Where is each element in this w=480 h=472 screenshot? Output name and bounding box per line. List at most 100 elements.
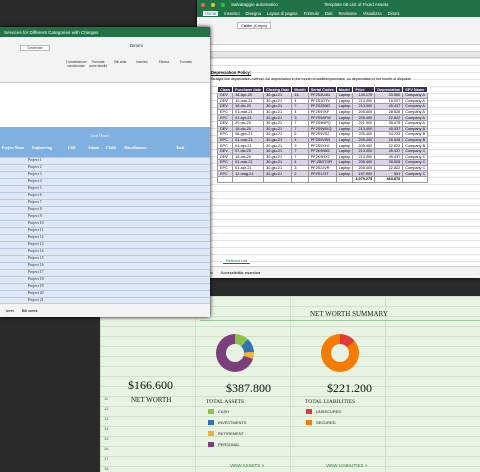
project-row-label[interactable]: Project 13 [28,242,44,246]
column-header[interactable]: USD [68,146,76,150]
total-liabilities-amount: $221.200 [327,381,372,395]
table-row[interactable]: DEV 10-mar-21 30-giu-21 4 PF2S1DTV Laptop 213.… [216,97,429,105]
minimize-window-icon[interactable] [211,2,215,7]
table-row[interactable]: DEV 16-Apr-20 30-giu-21 14 PF2S4U4N Laptop 149… [216,92,429,99]
sheet-tab[interactable]: Bill week [22,308,38,313]
sheet-tab-refined-list[interactable]: Refined List [223,258,251,264]
project-row-label[interactable]: Project 21 [28,298,44,302]
table-row[interactable]: EPC 01-mar-21 30-giu-21 4 PF2S97KF Laptop 205.… [216,108,429,116]
table-cell[interactable]: 3.079.275 [352,175,376,183]
table-row[interactable]: EPC 01-apr-21 30-giu-21 3 PF2S2JVR Laptop 205.… [216,164,429,172]
ribbon-button[interactable]: Formattazione condizionale [66,60,86,68]
table-cell[interactable]: Company B [402,125,429,133]
column-header[interactable]: Admin [88,146,99,150]
project-row-label[interactable]: Project 18 [28,277,44,281]
project-row-label[interactable]: Project 4 [28,179,42,183]
table-cell[interactable] [232,175,265,183]
ribbon-button[interactable]: Elimina [154,60,174,65]
table-cell[interactable]: Company C [402,147,429,155]
column-header[interactable]: Miscellaneous [124,146,147,150]
project-row-label[interactable]: Project 9 [28,214,42,218]
project-row-label[interactable]: Project 16 [28,263,44,267]
view-liabilities-link[interactable]: VIEW LIABILITIES > [326,463,367,468]
tab-dati[interactable]: Dati [325,11,332,16]
column-header[interactable]: Engineering [32,146,52,150]
table-cell[interactable] [263,175,293,183]
project-row-label[interactable]: Project 12 [28,235,44,239]
table-cell[interactable] [216,175,234,183]
tab-home[interactable]: Home [203,10,219,16]
column-header[interactable]: Total [176,146,184,150]
tab-inserisci[interactable]: Inserisci [224,11,239,16]
tab-revisione[interactable]: Revisione [338,11,356,16]
table-row[interactable]: EPC 01-mar-21 30-giu-21 4 PF-2BDTOR Laptop 205… [216,159,429,166]
table-cell[interactable] [291,175,309,183]
table-row[interactable]: DEV 07-dic-20 30-giu-21 7 PF2K9N5S Laptop 213.… [216,147,429,155]
status-bar: Pronto Accessibilità: esamina Refined Li… [197,258,480,278]
table-cell[interactable]: Company C [402,164,429,172]
table-cell[interactable]: 463.870 [374,175,404,183]
table-cell[interactable]: Company A [402,103,429,110]
tab-layout-di-pagina[interactable]: Layout di pagina [267,11,298,16]
ribbon-button[interactable]: Formatta come tabella [88,60,108,68]
maximize-window-icon[interactable] [221,2,225,7]
project-row-label[interactable]: Project 1 [28,158,42,162]
table-cell[interactable]: Company B [402,136,429,144]
table-cell[interactable]: PF-2BDTOR [307,159,337,166]
table-cell[interactable]: Company A [402,108,429,116]
project-row-label[interactable]: Project 2 [28,165,42,169]
table-row[interactable]: EPC 01-apr-21 30-giu-21 3 PF2S9XHJ Laptop 205.… [216,142,429,149]
table-cell[interactable] [402,175,429,183]
project-row-label[interactable]: Project 14 [28,249,44,253]
table-cell[interactable]: Company A [402,114,429,121]
formula-bar[interactable]: P14 [197,45,480,52]
table-cell[interactable]: Company B [402,131,429,138]
table-cell[interactable] [307,175,337,183]
table-row[interactable]: DEV 16-dic-20 30-giu-21 7 PF2K9HX2 Laptop 213.… [216,153,429,161]
project-row-label[interactable]: Project 10 [28,221,44,225]
ribbon-button[interactable]: Formato [176,60,196,65]
project-row-label[interactable]: Project 7 [28,200,42,204]
table-cell[interactable]: Company A [402,92,429,99]
project-row-label[interactable]: Project 6 [28,193,42,197]
table-cell[interactable]: Company C [402,159,429,166]
tab-visualizza[interactable]: Visualizza [363,11,382,16]
table-row[interactable]: DEV 20-dic-20 30-giu-21 7 PF2S9NPQ Laptop 221.… [216,120,429,127]
column-header[interactable]: Chelsi [106,146,116,150]
tab-dimmi[interactable]: Dimmi [388,11,400,16]
table-row[interactable]: DEV 16-dic-20 30-giu-21 7 PF2SZ6ND Laptop 213.… [216,103,429,110]
table-cell[interactable]: Company C [402,170,429,177]
project-row-label[interactable]: Project 5 [28,186,42,190]
font-selector[interactable]: Calibri (Corpo) [237,22,272,29]
project-row-label[interactable]: Project 15 [28,256,44,260]
project-row-label[interactable]: Project 3 [28,172,42,176]
tab-disegna[interactable]: Disegna [246,11,261,16]
sheet-tab[interactable]: ueet [6,308,14,313]
table-row[interactable]: DEV 16-dic-20 30-giu-21 7 PF2S9WXQ Laptop 213.… [216,125,429,133]
table-row[interactable]: EPC 12-mag-21 30-giu-21 2 PF2S1J3T Laptop 197.… [216,170,429,177]
table-row[interactable]: EPC 06-gen-21 30-giu-21 6 PF2S9VS2 Laptop 205.… [216,131,429,138]
table-cell[interactable] [335,175,354,183]
project-row-label[interactable]: Project 11 [28,228,43,232]
tab-formule[interactable]: Formule [304,11,319,16]
project-row-label[interactable]: Project 20 [28,291,44,295]
table-cell[interactable]: Company A [402,97,429,105]
table-row[interactable]: EPC 01-apr-21 30-giu-21 3 PF2S9AFW Laptop 205.… [216,114,429,121]
project-row-label[interactable]: Project 8 [28,207,42,211]
tell-me-box[interactable]: Dimmi [130,43,143,48]
column-header[interactable]: Project Name [2,146,24,150]
close-window-icon[interactable] [201,2,205,7]
autosave-label[interactable]: Salvataggio automatico [231,2,278,7]
ribbon-button[interactable]: Inserisci [132,60,152,65]
table-cell[interactable]: Company A [402,120,429,127]
table-row[interactable]: EPC 01-mar-21 30-giu-21 4 PF2S9VSN Laptop 205.… [216,136,429,144]
project-row-label[interactable]: Project 17 [28,270,44,274]
policy-title: Depreciation Policy: [211,70,252,75]
project-row-label[interactable]: Project 19 [28,284,44,288]
ribbon-button[interactable]: Stili cella [110,60,130,65]
table-cell[interactable]: Company B [402,142,429,149]
accessibility-status[interactable]: Accessibilità: esamina [221,270,260,275]
number-format-dropdown[interactable]: Generale [20,45,50,51]
view-assets-link[interactable]: VIEW ASSETS > [230,463,264,468]
table-cell[interactable]: Company C [402,153,429,161]
